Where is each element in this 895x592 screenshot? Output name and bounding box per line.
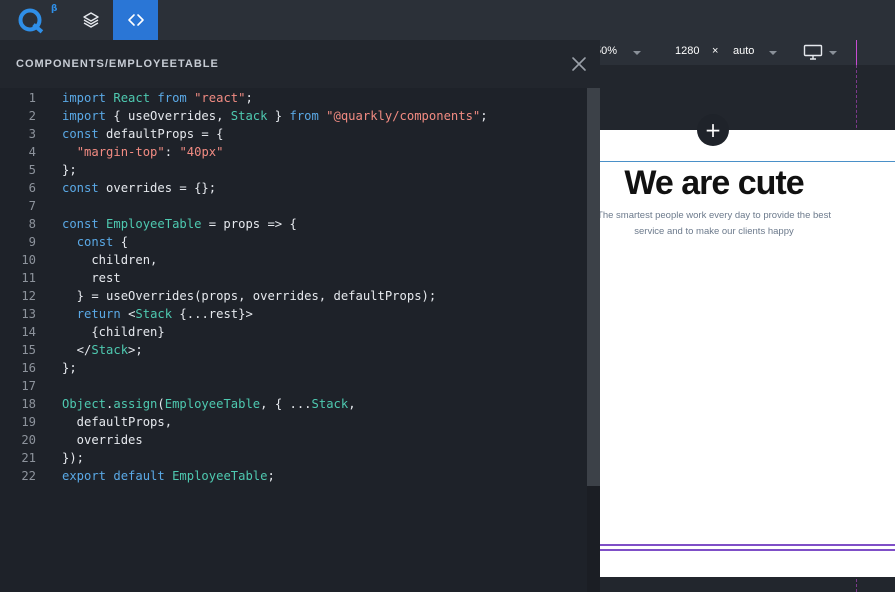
line-number: 22 <box>21 469 36 483</box>
code-text[interactable]: import { useOverrides, Stack } from "@qu… <box>62 107 488 125</box>
hero-subtitle-line: service and to make our clients happy <box>634 226 794 237</box>
code-line[interactable]: 11 rest <box>0 269 587 287</box>
canvas-toolbar: 50% 1280 × auto <box>587 40 895 65</box>
line-number: 14 <box>21 325 36 339</box>
layers-icon <box>82 12 99 28</box>
code-line[interactable]: 5}; <box>0 161 587 179</box>
code-line[interactable]: 13 return <Stack {...rest}> <box>0 305 587 323</box>
code-line[interactable]: 9 const { <box>0 233 587 251</box>
code-text[interactable]: }); <box>62 449 84 467</box>
code-line[interactable]: 16}; <box>0 359 587 377</box>
line-number: 16 <box>21 361 36 375</box>
line-number: 1 <box>28 91 36 105</box>
logo-icon <box>18 8 44 34</box>
component-outline-top <box>600 544 895 546</box>
line-number: 17 <box>21 379 36 393</box>
selection-outline <box>600 161 895 162</box>
code-line[interactable]: 21}); <box>0 449 587 467</box>
line-number: 11 <box>21 271 36 285</box>
times-sign: × <box>712 45 719 57</box>
line-number: 20 <box>21 433 36 447</box>
code-line[interactable]: 8 const EmployeeTable = props => { <box>0 215 587 233</box>
code-line[interactable]: 15 </Stack>; <box>0 341 587 359</box>
code-text[interactable]: const { <box>62 233 128 251</box>
code-text[interactable]: {children} <box>62 323 164 341</box>
code-line[interactable]: 18 Object.assign(EmployeeTable, { ...Stac… <box>0 395 587 413</box>
code-text[interactable]: </Stack>; <box>62 341 143 359</box>
code-text[interactable]: "margin-top": "40px" <box>62 143 224 161</box>
code-text[interactable]: }; <box>62 161 77 179</box>
code-text[interactable]: return <Stack {...rest}> <box>62 305 253 323</box>
line-number: 7 <box>28 199 36 213</box>
code-line[interactable]: 12 } = useOverrides(props, overrides, de… <box>0 287 587 305</box>
code-text[interactable]: const EmployeeTable = props => { <box>62 215 297 233</box>
quarkly-logo[interactable]: β <box>0 0 68 40</box>
code-text[interactable]: Object.assign(EmployeeTable, { ...Stack, <box>62 395 356 413</box>
preview-page[interactable]: We are cute The smartest people work eve… <box>600 130 895 577</box>
code-text[interactable]: rest <box>62 269 120 287</box>
hero-title: We are cute <box>624 164 804 202</box>
line-number: 3 <box>28 127 36 141</box>
monitor-icon <box>803 44 823 60</box>
viewport-width-input[interactable]: 1280 <box>675 45 699 57</box>
line-number: 19 <box>21 415 36 429</box>
line-number: 9 <box>28 235 36 249</box>
line-number: 8 <box>28 217 36 231</box>
line-number: 4 <box>28 145 36 159</box>
editor-scrollbar-thumb[interactable] <box>587 88 600 486</box>
close-button[interactable] <box>570 55 588 73</box>
code-editor[interactable]: 1 import React from "react"; 2 import { use… <box>0 88 587 592</box>
code-line[interactable]: 1 import React from "react"; <box>0 89 587 107</box>
code-line[interactable]: 19 defaultProps, <box>0 413 587 431</box>
line-number: 2 <box>28 109 36 123</box>
close-icon <box>572 57 586 71</box>
code-text[interactable]: children, <box>62 251 157 269</box>
code-line[interactable]: 20 overrides <box>0 431 587 449</box>
code-line[interactable]: 2 import { useOverrides, Stack } from "@q… <box>0 107 587 125</box>
panel-title: COMPONENTS/EMPLOYEETABLE <box>16 58 219 70</box>
viewport-height-input[interactable]: auto <box>733 45 754 57</box>
line-number: 5 <box>28 163 36 177</box>
guide-line <box>856 40 857 65</box>
code-editor-panel: COMPONENTS/EMPLOYEETABLE 1 import React f… <box>0 40 600 592</box>
code-text[interactable]: const overrides = {}; <box>62 179 216 197</box>
layers-button[interactable] <box>68 0 113 40</box>
code-line[interactable]: 4 "margin-top": "40px" <box>0 143 587 161</box>
code-line[interactable]: 6 const overrides = {}; <box>0 179 587 197</box>
code-text[interactable]: } = useOverrides(props, overrides, defau… <box>62 287 437 305</box>
code-text[interactable]: export default EmployeeTable; <box>62 467 275 485</box>
line-number: 15 <box>21 343 36 357</box>
hero-subtitle-line: The smartest people work every day to pr… <box>600 210 831 221</box>
code-line[interactable]: 3 const defaultProps = { <box>0 125 587 143</box>
add-block-button[interactable]: + <box>697 114 729 146</box>
height-chevron-down-icon[interactable] <box>769 51 777 55</box>
line-number: 21 <box>21 451 36 465</box>
device-chevron-down-icon <box>829 51 837 55</box>
component-outline-bottom <box>600 549 895 551</box>
code-text[interactable]: }; <box>62 359 77 377</box>
code-line[interactable]: 10 children, <box>0 251 587 269</box>
line-number: 10 <box>21 253 36 267</box>
device-select[interactable] <box>803 44 837 62</box>
code-line[interactable]: 22 export default EmployeeTable; <box>0 467 587 485</box>
top-bar: β <box>0 0 895 40</box>
plus-icon: + <box>704 118 722 142</box>
line-number: 18 <box>21 397 36 411</box>
hero-subtitle: The smartest people work every day to pr… <box>600 208 834 240</box>
line-number: 13 <box>21 307 36 321</box>
line-number: 12 <box>21 289 36 303</box>
code-line[interactable]: 7 <box>0 197 587 215</box>
zoom-chevron-down-icon[interactable] <box>633 51 641 55</box>
line-number: 6 <box>28 181 36 195</box>
panel-header: COMPONENTS/EMPLOYEETABLE <box>0 40 600 88</box>
code-button[interactable] <box>113 0 158 40</box>
code-line[interactable]: 14 {children} <box>0 323 587 341</box>
code-text[interactable]: import React from "react"; <box>62 89 253 107</box>
code-text[interactable]: const defaultProps = { <box>62 125 223 143</box>
code-text[interactable]: overrides <box>62 431 143 449</box>
code-icon <box>127 14 144 26</box>
beta-badge: β <box>51 4 58 14</box>
code-line[interactable]: 17 <box>0 377 587 395</box>
code-text[interactable]: defaultProps, <box>62 413 172 431</box>
